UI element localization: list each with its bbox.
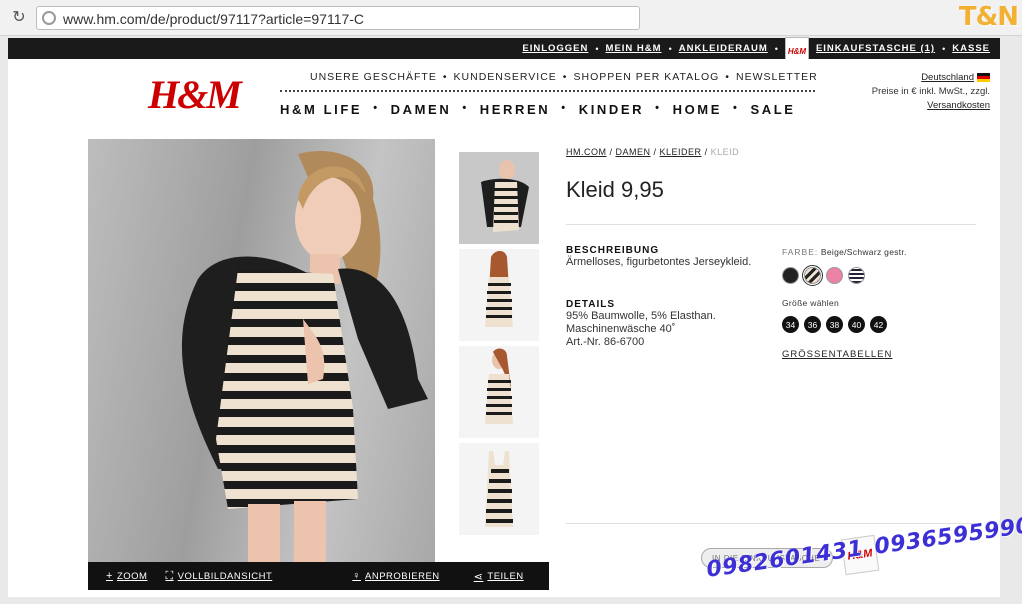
thumbnail-list xyxy=(459,152,539,540)
separator-dot: • xyxy=(668,43,672,54)
globe-icon xyxy=(42,11,56,25)
country-selector: Deutschland Preise in € inkl. MwSt., zzg… xyxy=(872,71,990,113)
nav-herren[interactable]: HERREN xyxy=(480,102,551,117)
size-options: 34 36 38 40 42 xyxy=(782,316,982,333)
size-36[interactable]: 36 xyxy=(804,316,821,333)
product-panel: + ZOOM ⛶ VOLLBILDANSICHT ♀ ANPROBIEREN ⋖ TEI… xyxy=(8,127,1000,597)
separator-dot: • xyxy=(774,43,778,54)
description-label: BESCHREIBUNG xyxy=(566,245,660,256)
person-icon: ♀ xyxy=(352,570,362,582)
divider xyxy=(566,523,976,524)
size-34[interactable]: 34 xyxy=(782,316,799,333)
country-link[interactable]: Deutschland xyxy=(921,72,974,83)
product-main-image[interactable] xyxy=(88,139,435,562)
fullscreen-button[interactable]: ⛶ VOLLBILDANSICHT xyxy=(165,570,272,583)
service-nav: UNSERE GESCHÄFTE • KUNDENSERVICE • SHOPPEN… xyxy=(310,71,818,83)
hm-logo[interactable]: H&M xyxy=(148,71,242,118)
shipping-link[interactable]: Versandkosten xyxy=(927,100,990,111)
breadcrumb-damen[interactable]: DAMEN xyxy=(616,147,651,157)
zoom-button[interactable]: + ZOOM xyxy=(106,570,147,582)
login-link[interactable]: EINLOGGEN xyxy=(522,43,588,54)
plus-icon: + xyxy=(106,570,113,582)
nav-damen[interactable]: DAMEN xyxy=(391,102,452,117)
divider xyxy=(566,224,976,225)
browser-toolbar: ↻ www.hm.com/de/product/97117?article=97… xyxy=(0,0,1022,36)
size-table-link[interactable]: GRÖSSENTABELLEN xyxy=(782,349,892,360)
nav-kinder[interactable]: KINDER xyxy=(579,102,644,117)
breadcrumb-current: KLEID xyxy=(710,147,740,157)
size-42[interactable]: 42 xyxy=(870,316,887,333)
breadcrumb-home[interactable]: HM.COM xyxy=(566,147,607,157)
url-text: www.hm.com/de/product/97117?article=9711… xyxy=(63,11,365,27)
nav-hm-life[interactable]: H&M LIFE xyxy=(280,102,362,117)
color-swatches xyxy=(782,265,982,286)
price-note: Preise in € inkl. MwSt., zzgl. xyxy=(871,86,990,97)
nav-newsletter[interactable]: NEWSLETTER xyxy=(736,71,818,83)
color-value: Beige/Schwarz gestr. xyxy=(820,247,907,257)
nav-home[interactable]: HOME xyxy=(673,102,722,117)
swatch-pink[interactable] xyxy=(826,267,843,284)
swatch-black[interactable] xyxy=(782,267,799,284)
description-text: Ärmelloses, figurbetontes Jerseykleid. xyxy=(566,256,752,268)
size-38[interactable]: 38 xyxy=(826,316,843,333)
image-toolbar: + ZOOM ⛶ VOLLBILDANSICHT ♀ ANPROBIEREN ⋖ TEI… xyxy=(88,562,549,590)
shopping-bag-link[interactable]: EINKAUFSTASCHE (1) xyxy=(816,43,935,54)
address-bar[interactable]: www.hm.com/de/product/97117?article=9711… xyxy=(36,6,640,30)
details-label: DETAILS xyxy=(566,299,616,310)
thumbnail-3[interactable] xyxy=(459,346,539,438)
account-bar: EINLOGGEN • MEIN H&M • ANKLEIDERAUM • H&… xyxy=(8,36,1000,67)
separator-dot: • xyxy=(942,43,946,54)
separator-dot: • xyxy=(595,43,599,54)
size-40[interactable]: 40 xyxy=(848,316,865,333)
swatch-beige-black-stripe[interactable] xyxy=(802,265,823,286)
thumbnail-2[interactable] xyxy=(459,249,539,341)
main-nav: H&M LIFE • DAMEN • HERREN • KINDER • HOME • S… xyxy=(280,102,796,117)
breadcrumb: HM.COM / DAMEN / KLEIDER / KLEID xyxy=(566,147,740,157)
watermark-logo: T&N xyxy=(958,2,1019,32)
thumbnail-4[interactable] xyxy=(459,443,539,535)
details-line-1: 95% Baumwolle, 5% Elasthan. xyxy=(566,310,716,322)
thumbnail-1[interactable] xyxy=(459,152,539,244)
product-title: Kleid 9,95 xyxy=(566,177,664,202)
share-button[interactable]: ⋖ TEILEN xyxy=(474,570,524,583)
nav-sale[interactable]: SALE xyxy=(750,102,795,117)
size-label: Größe wählen xyxy=(782,298,839,308)
nav-customer-service[interactable]: KUNDENSERVICE xyxy=(454,71,557,83)
germany-flag-icon xyxy=(977,72,990,82)
try-on-button[interactable]: ♀ ANPROBIEREN xyxy=(352,570,439,582)
details-line-3: Art.-Nr. 86-6700 xyxy=(566,336,645,348)
product-header: HM.COM / DAMEN / KLEIDER / KLEID Kleid 9… xyxy=(566,147,978,203)
nav-divider xyxy=(280,90,815,92)
color-label: FARBE: Beige/Schwarz gestr. xyxy=(782,247,907,257)
site-header: H&M UNSERE GESCHÄFTE • KUNDENSERVICE • SHO… xyxy=(8,59,1000,127)
nav-catalog[interactable]: SHOPPEN PER KATALOG xyxy=(573,71,719,83)
product-info: BESCHREIBUNG Ärmelloses, figurbetontes J… xyxy=(566,245,776,349)
details-line-2: Maschinenwäsche 40˚ xyxy=(566,323,676,335)
my-hm-link[interactable]: MEIN H&M xyxy=(606,43,662,54)
fullscreen-icon: ⛶ xyxy=(165,569,174,582)
share-icon: ⋖ xyxy=(473,570,484,583)
nav-stores[interactable]: UNSERE GESCHÄFTE xyxy=(310,71,437,83)
wardrobe-link[interactable]: ANKLEIDERAUM xyxy=(679,43,768,54)
swatch-navy-stripe[interactable] xyxy=(848,267,865,284)
checkout-link[interactable]: KASSE xyxy=(952,43,990,54)
product-options: FARBE: Beige/Schwarz gestr. Größe wählen… xyxy=(782,247,982,362)
breadcrumb-kleider[interactable]: KLEIDER xyxy=(660,147,702,157)
reload-icon[interactable]: ↻ xyxy=(10,9,28,27)
